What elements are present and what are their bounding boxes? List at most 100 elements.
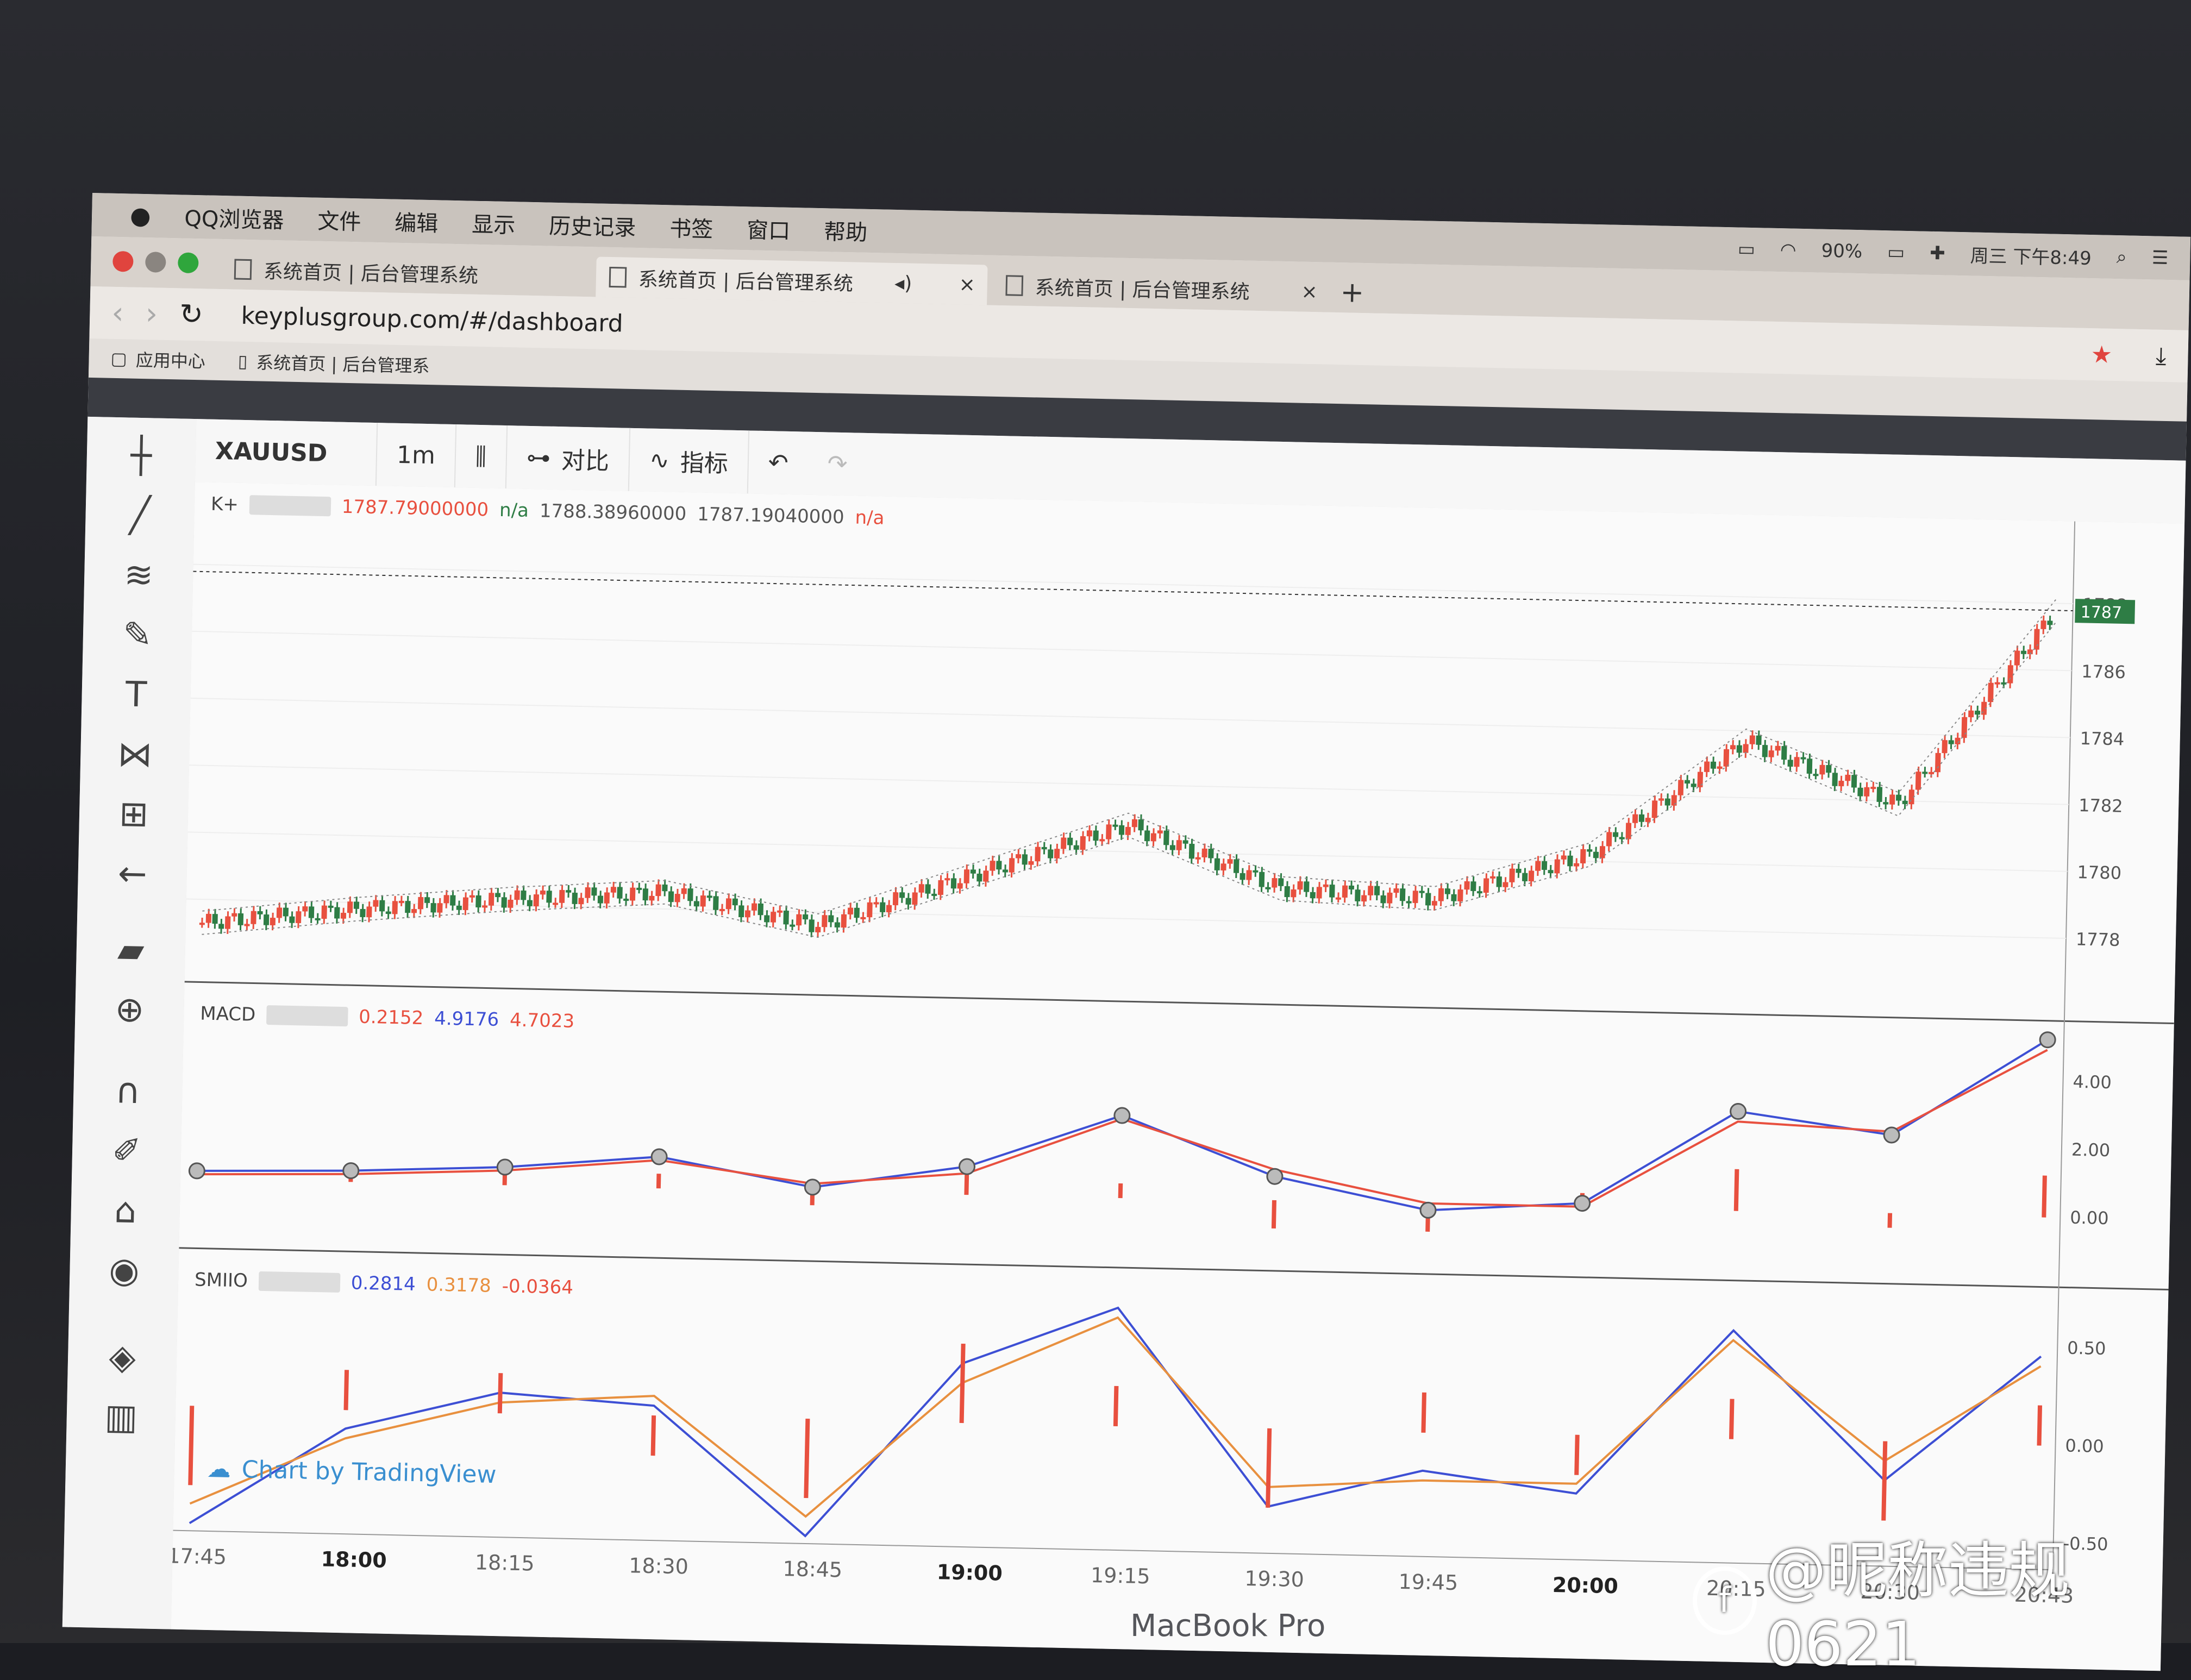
tab-1[interactable]: 系统首页 | 后台管理系统 [221,249,558,296]
candle [411,909,417,913]
tab-3[interactable]: 系统首页 | 后台管理系统 × [992,265,1330,312]
candle [1387,893,1392,904]
candle-type-icon[interactable]: ⫼ [455,424,508,488]
candle [1600,846,1605,858]
menu-history[interactable]: 历史记录 [549,209,636,242]
clock[interactable]: 周三 下午8:49 [1970,241,2092,270]
zoom-icon[interactable]: ⊕ [108,988,152,1032]
candle [591,887,597,895]
macd-tick-label: 4.00 [2073,1071,2112,1093]
close-tab-icon[interactable]: × [1301,280,1318,303]
notification-icon[interactable]: ☰ [2151,247,2168,269]
reload-icon[interactable]: ↻ [179,298,204,331]
fib-icon[interactable]: ≋ [116,553,161,598]
candle [1807,758,1813,774]
candle [1781,746,1787,760]
interval-button[interactable]: 1m [377,423,456,487]
undo-icon[interactable]: ↶ [748,430,809,494]
time-tick-label: 19:00 [936,1560,1003,1585]
candle [880,902,885,912]
wifi-icon[interactable]: ◠ [1780,239,1796,261]
candle [1412,891,1418,903]
candle [527,900,533,906]
candle [1009,858,1015,873]
candle [1889,794,1895,804]
menu-edit[interactable]: 编辑 [395,205,439,238]
candle [1516,869,1522,873]
layers-icon[interactable]: ◈ [100,1336,145,1380]
candle [514,891,519,900]
candle [1542,861,1547,870]
indicators-button[interactable]: ∿ 指标 [629,428,749,494]
macd-histogram-bar [2042,1176,2047,1218]
macd-histogram-bar [1888,1213,1893,1228]
back-icon[interactable]: ‹ [111,295,124,330]
apple-icon[interactable]: ● [130,202,151,230]
candle [758,904,763,916]
download-icon[interactable]: ⤓ [2156,342,2167,369]
candle [392,901,398,914]
candle [1737,745,1742,753]
macd-marker [1267,1169,1283,1184]
candle [1183,840,1188,843]
crosshair-icon[interactable]: ┼ [119,434,164,478]
compare-label: 对比 [561,441,609,477]
menu-bookmarks[interactable]: 书签 [669,211,713,243]
ruler-icon[interactable]: ▰ [109,928,153,973]
url-field[interactable]: keyplusgroup.com/#/dashboard [241,302,623,337]
back-arrow-icon[interactable]: ← [110,852,155,897]
smio-histogram-bar [1421,1393,1426,1433]
candle [277,907,282,918]
airplay-icon[interactable]: ▭ [1737,238,1755,260]
candle [347,901,353,913]
candle [687,888,693,901]
trend-line-icon[interactable]: ╱ [118,493,162,538]
brush-icon[interactable]: ✎ [115,613,160,657]
lock-drawing-icon[interactable]: ✐ [104,1129,149,1174]
magnet-icon[interactable]: ∩ [106,1069,151,1114]
candle [2021,651,2026,654]
bookmark-page[interactable]: 系统首页 | 后台管理系 [256,349,430,378]
chart-area[interactable]: K+ 1787.79000000 n/a 1788.38960000 1787.… [171,482,2184,1671]
unlock-icon[interactable]: ⌂ [103,1189,148,1233]
candle [501,897,506,907]
redo-icon[interactable]: ↷ [807,432,868,496]
new-tab-button[interactable]: + [1340,272,1374,313]
minimize-window-button[interactable] [145,252,166,273]
candle [1665,799,1670,806]
star-icon[interactable]: ★ [2090,341,2113,369]
candle [971,869,976,874]
speaker-icon[interactable]: ◂) [894,272,912,294]
menu-help[interactable]: 帮助 [824,214,868,247]
trash-icon[interactable]: ▥ [99,1395,143,1440]
compare-button[interactable]: ⊶ 对比 [506,425,630,491]
menu-view[interactable]: 显示 [472,207,516,240]
text-icon[interactable]: T [114,673,159,717]
candle [1349,886,1354,889]
candle [1619,837,1625,839]
flag-icon[interactable]: ✚ [1930,242,1945,265]
measure-lines-icon[interactable]: ⊞ [111,792,156,837]
pattern-icon[interactable]: ⋈ [113,732,158,777]
device-label: MacBook Pro [1130,1608,1325,1644]
zoom-window-button[interactable] [178,252,199,273]
menu-file[interactable]: 文件 [317,204,361,236]
menu-window[interactable]: 窗口 [747,212,791,245]
close-tab-icon[interactable]: × [959,273,975,296]
candle [1477,891,1482,893]
candle [2034,629,2040,650]
symbol-field[interactable]: XAUUSD [195,419,378,486]
search-icon[interactable]: ⌕ [2116,246,2127,268]
candle [828,915,834,922]
battery-icon[interactable]: ▭ [1887,241,1905,264]
candle [655,885,661,897]
candle [636,888,642,890]
bookmark-apps[interactable]: 应用中心 [135,347,205,373]
forward-icon[interactable]: › [145,296,158,331]
eye-icon[interactable]: ◉ [102,1249,147,1293]
candle [1234,859,1240,873]
menu-app[interactable]: QQ浏览器 [184,201,284,235]
candle [1093,830,1098,841]
candle [1310,892,1316,899]
close-window-button[interactable] [112,251,134,272]
